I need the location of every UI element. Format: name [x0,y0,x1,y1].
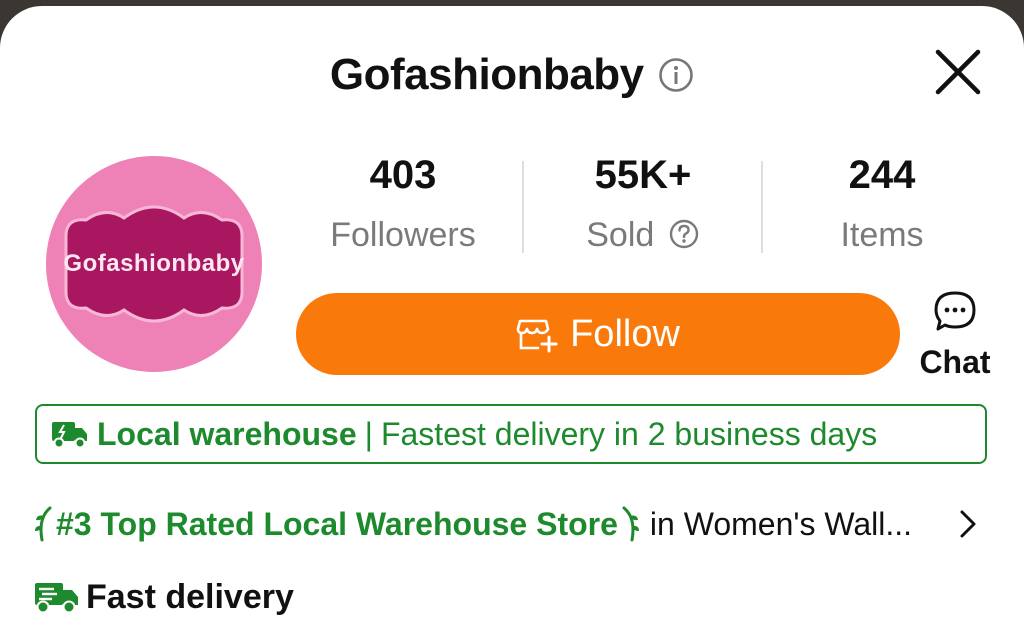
ranking-category: in Women's Wall... [649,505,913,542]
items-label: Items [840,216,924,254]
title-row: Gofashionbaby [0,50,1024,110]
store-name: Gofashionbaby [329,50,644,99]
items-count: 244 [848,153,916,197]
store-ranking-row[interactable]: #3 Top Rated Local Warehouse Store in Wo… [34,498,994,550]
close-icon[interactable] [930,44,986,100]
chat-button[interactable]: Chat [910,289,1000,381]
local-warehouse-banner: Local warehouse | Fastest delivery in 2 … [35,404,987,464]
help-icon[interactable] [668,218,700,250]
warehouse-separator: | [364,415,373,452]
fast-delivery-row: Fast delivery [34,572,294,622]
store-info-sheet: Gofashionbaby Gofashionbaby 403 Follower… [0,6,1024,626]
followers-label: Followers [330,216,476,254]
store-logo-text: Gofashionbaby [63,250,245,277]
store-avatar[interactable]: Gofashionbaby [46,156,262,372]
delivery-truck-icon [35,583,78,614]
followers-count: 403 [369,153,437,197]
stat-followers[interactable]: 403 Followers [283,146,523,266]
follow-label: Follow [570,312,680,355]
laurel-icon [622,506,639,542]
warehouse-detail: Fastest delivery in 2 business days [380,415,878,452]
chat-label: Chat [919,344,991,380]
follow-button[interactable]: Follow [296,293,900,375]
ranking-badge: #3 Top Rated Local Warehouse Store [56,505,618,542]
laurel-icon [35,506,52,542]
stat-sold: 55K+ Sold [523,146,763,266]
sold-label-row: Sold [523,204,763,266]
chevron-right-icon [960,510,976,538]
sold-label: Sold [586,216,655,254]
chat-bubble-icon [934,291,976,331]
follow-store-icon [516,319,558,353]
stat-items[interactable]: 244 Items [762,146,1002,266]
sold-count: 55K+ [594,153,692,197]
delivery-truck-icon [52,422,87,449]
info-icon[interactable] [658,57,694,93]
warehouse-title: Local warehouse [97,415,357,452]
